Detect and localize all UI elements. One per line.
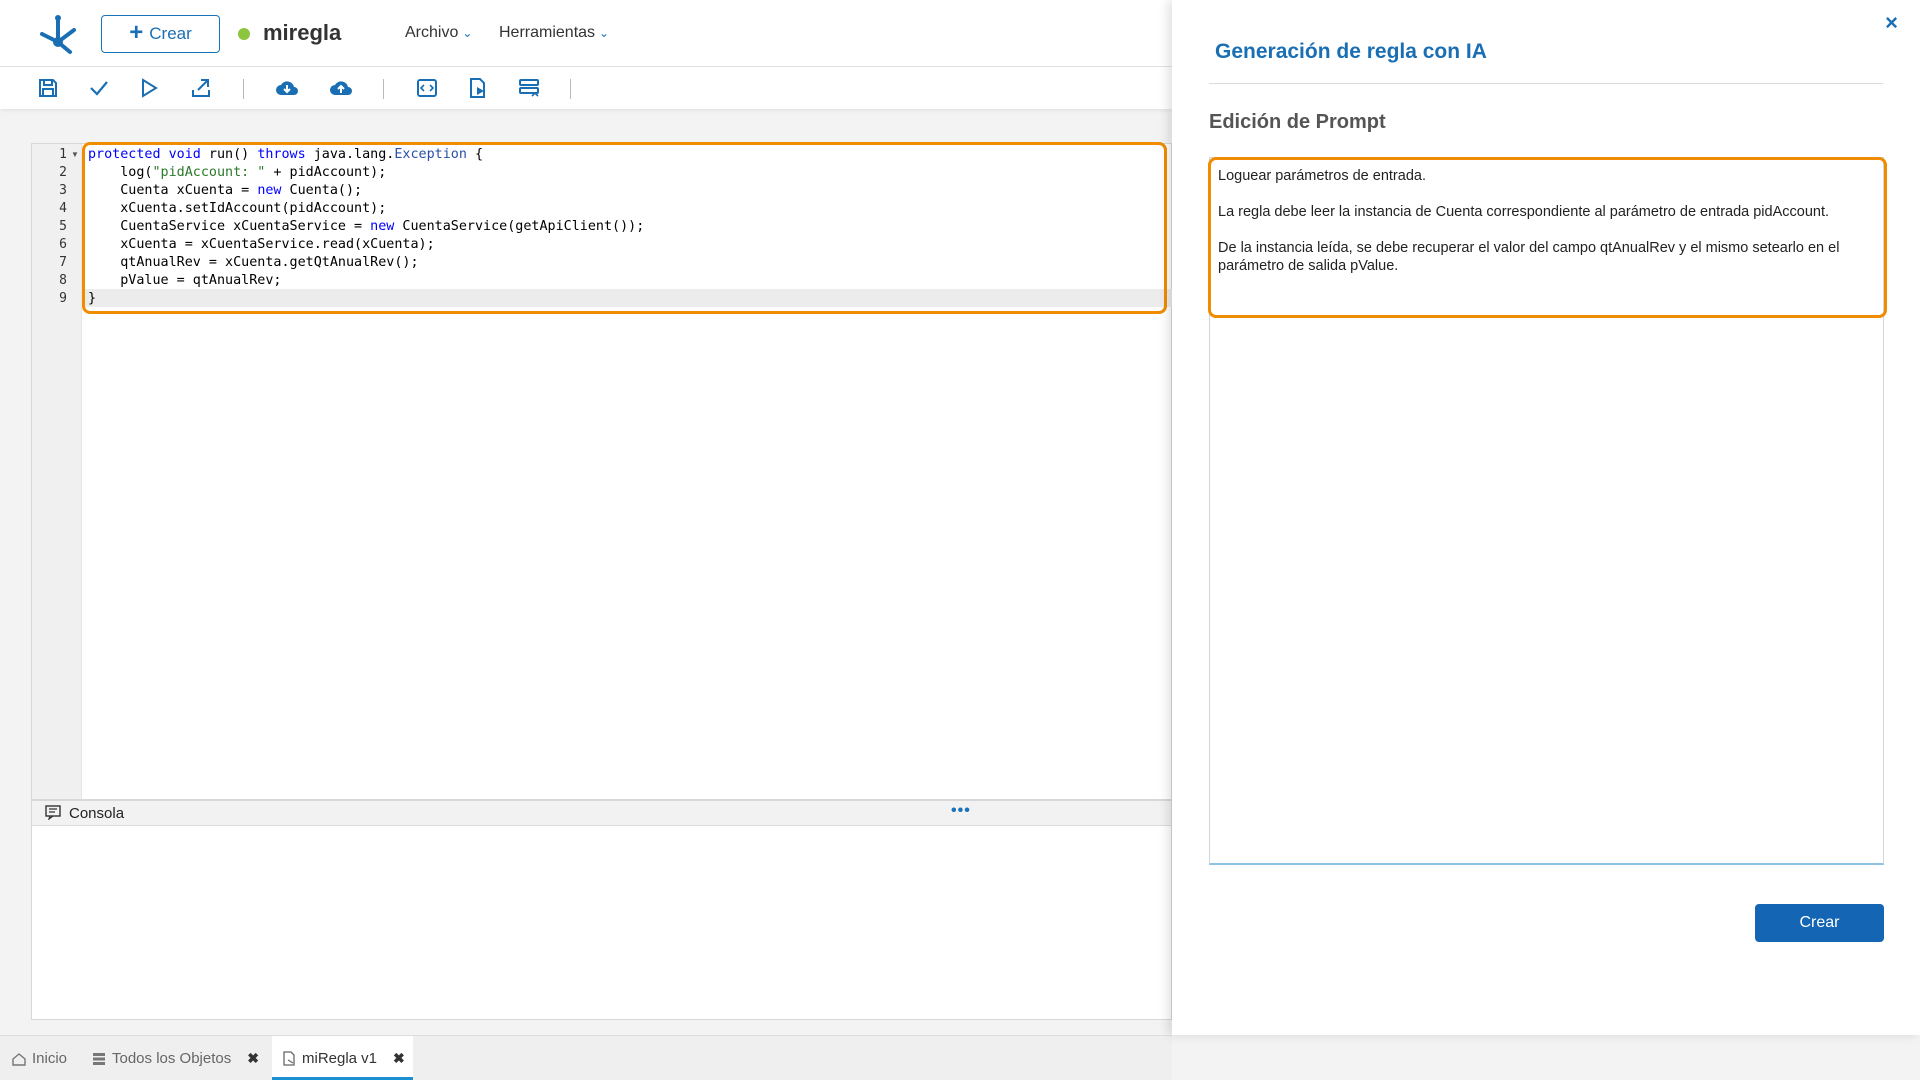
close-tab-icon[interactable]: ✖: [247, 1050, 259, 1067]
upload-cloud-icon[interactable]: [328, 75, 354, 101]
tab-todos-los-objetos[interactable]: Todos los Objetos ✖: [92, 1036, 259, 1080]
create-button[interactable]: + Crear: [101, 15, 220, 53]
line-number: 6: [59, 237, 67, 252]
prompt-paragraph: La regla debe leer la instancia de Cuent…: [1218, 204, 1830, 220]
tab-inicio-label: Inicio: [32, 1050, 68, 1067]
panel-title: Generación de regla con IA: [1215, 40, 1487, 63]
ai-rule-generation-panel: × Generación de regla con IA Edición de …: [1172, 0, 1920, 1035]
create-button-label: Crear: [149, 24, 192, 43]
save-icon[interactable]: [35, 75, 61, 101]
list-icon: [93, 1052, 105, 1065]
check-icon[interactable]: [86, 75, 112, 101]
close-tab-icon[interactable]: ✖: [393, 1050, 405, 1067]
tab-miregla[interactable]: miRegla v1 ✖: [272, 1036, 413, 1080]
prompt-paragraph: De la instancia leída, se debe recuperar…: [1218, 240, 1840, 274]
line-gutter: 1 ▼ 2 3 4 5 6 7 8 9: [32, 144, 82, 799]
plus-icon: +: [129, 19, 144, 46]
fold-arrow-icon[interactable]: ▼: [71, 150, 79, 159]
app-main-area: + Crear miregla Archivo ⌄ Herramientas ⌄: [0, 0, 1188, 1080]
line-number: 9: [59, 291, 67, 306]
console-menu-button[interactable]: •••: [951, 802, 971, 820]
chevron-down-icon: ⌄: [599, 26, 610, 40]
toolbar-divider: [243, 79, 244, 99]
prompt-text[interactable]: Loguear parámetros de entrada. La regla …: [1218, 167, 1868, 293]
export-icon[interactable]: [188, 75, 214, 101]
tab-miregla-label: miRegla v1: [302, 1050, 378, 1067]
section-title: Edición de Prompt: [1209, 111, 1386, 133]
list-settings-icon[interactable]: [516, 75, 542, 101]
divider: [1209, 83, 1883, 84]
line-number: 2: [59, 165, 67, 180]
rule-name: miregla: [263, 20, 342, 45]
document-icon: [283, 1051, 295, 1066]
menu-herramientas-label: Herramientas: [499, 24, 596, 41]
tab-todos-label: Todos los Objetos: [112, 1050, 232, 1067]
line-number: 8: [59, 273, 67, 288]
console-icon: [45, 805, 61, 820]
chevron-down-icon: ⌄: [462, 26, 473, 40]
code-icon[interactable]: [414, 75, 440, 101]
line-number: 1: [59, 147, 67, 162]
create-rule-button[interactable]: Crear: [1755, 904, 1884, 942]
toolbar: [0, 67, 1172, 109]
app-logo-icon[interactable]: [36, 12, 80, 56]
status-indicator: [238, 28, 250, 40]
console-panel: Consola •••: [31, 800, 1172, 1020]
menu-archivo-label: Archivo: [405, 24, 459, 41]
run-icon[interactable]: [136, 75, 162, 101]
line-number: 4: [59, 201, 67, 216]
tab-bar: Inicio Todos los Objetos ✖ miRegla v1 ✖: [0, 1035, 1172, 1080]
console-title: Consola: [69, 805, 125, 822]
tab-inicio[interactable]: Inicio: [12, 1036, 67, 1080]
console-header: Consola •••: [32, 801, 1171, 826]
download-cloud-icon[interactable]: [274, 75, 300, 101]
prompt-paragraph: Loguear parámetros de entrada.: [1218, 168, 1426, 184]
menu-herramientas[interactable]: Herramientas ⌄: [499, 24, 609, 42]
document-run-icon[interactable]: [465, 75, 491, 101]
top-bar: + Crear miregla Archivo ⌄ Herramientas ⌄: [0, 0, 1172, 67]
menu-archivo[interactable]: Archivo ⌄: [405, 24, 472, 42]
line-number: 7: [59, 255, 67, 270]
code-highlight-frame: [82, 142, 1167, 314]
home-icon: [12, 1052, 26, 1066]
line-number: 5: [59, 219, 67, 234]
toolbar-divider: [570, 79, 571, 99]
line-number: 3: [59, 183, 67, 198]
close-icon[interactable]: ×: [1885, 10, 1898, 36]
toolbar-divider: [383, 79, 384, 99]
